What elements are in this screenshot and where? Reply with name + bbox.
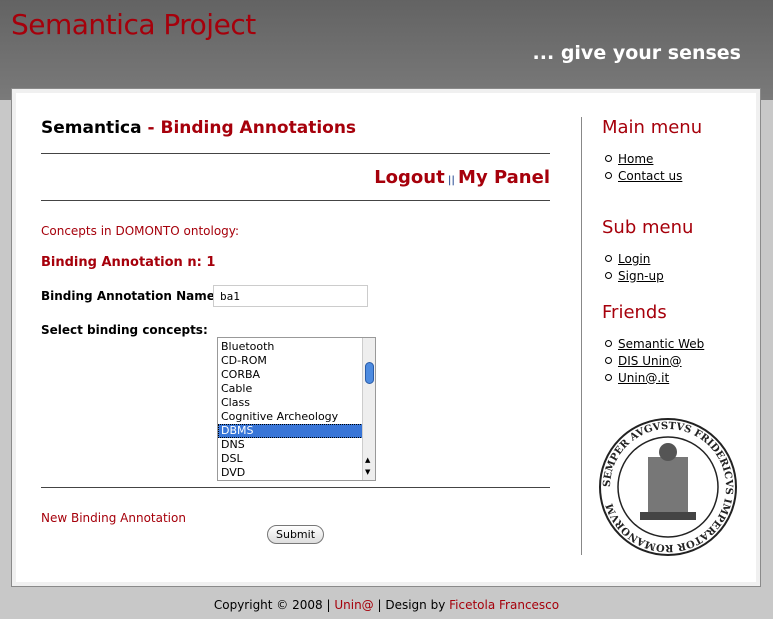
sub-menu-title: Sub menu [602,217,694,238]
submit-button[interactable]: Submit [267,525,324,544]
concept-option[interactable]: Bluetooth [218,340,363,354]
scroll-up-arrow-icon[interactable]: ▲ [365,456,370,464]
login-link[interactable]: Login [618,252,650,266]
university-seal-icon: SEMPER AVGVSTVS FRIDERICVS IMPERATOR ROM… [599,418,737,556]
main-menu-title: Main menu [602,117,703,138]
sub-menu-list: Login Sign-up [605,250,664,284]
new-binding-link[interactable]: New Binding Annotation [41,511,186,525]
concept-option[interactable]: DBMS [218,424,363,438]
concept-option[interactable]: Cognitive Archeology [218,410,363,424]
concept-option[interactable]: CORBA [218,368,363,382]
friends-title: Friends [602,302,667,323]
home-link[interactable]: Home [618,152,653,166]
concept-option[interactable]: Cable [218,382,363,396]
concept-option[interactable]: Class [218,396,363,410]
unina-link[interactable]: Unin@.it [618,371,669,385]
contact-link[interactable]: Contact us [618,169,682,183]
footer-unina-link[interactable]: Unin@ [334,598,373,612]
scroll-down-arrow-icon[interactable]: ▼ [365,468,370,476]
list-item: Login [605,250,664,267]
list-item: Sign-up [605,267,664,284]
author-link[interactable]: Ficetola Francesco [449,598,559,612]
main-menu-list: Home Contact us [605,150,682,184]
concept-option[interactable]: DSL [218,452,363,466]
divider [41,487,550,488]
concept-option[interactable]: DVD [218,466,363,480]
dis-unina-link[interactable]: DIS Unin@ [618,354,682,368]
divider [41,200,550,201]
tagline: ... give your senses [532,42,741,64]
footer: Copyright © 2008 | Unin@ | Design by Fic… [0,598,773,612]
list-item: Unin@.it [605,369,704,386]
nav-separator: || [447,175,456,186]
scrollbar-thumb[interactable] [365,362,374,384]
page-title-separator: - [141,118,161,138]
concept-option[interactable]: CD-ROM [218,354,363,368]
list-item: DIS Unin@ [605,352,704,369]
scrollbar[interactable]: ▲ ▼ [362,338,375,480]
logout-link[interactable]: Logout [374,167,445,188]
header: Semantica Project ... give your senses [0,0,773,100]
signup-link[interactable]: Sign-up [618,269,664,283]
list-item: Contact us [605,167,682,184]
concepts-select-label: Select binding concepts: [41,323,208,337]
binding-heading: Binding Annotation n: 1 [41,255,216,270]
user-nav: Logout || My Panel [374,167,550,188]
page-title-text: Binding Annotations [160,118,357,138]
list-item: Semantic Web [605,335,704,352]
copyright-text: Copyright © 2008 | [213,598,335,612]
list-item: Home [605,150,682,167]
binding-name-input[interactable] [213,285,368,307]
sidebar-divider [581,117,582,555]
semantic-web-link[interactable]: Semantic Web [618,337,704,351]
page-title-prefix: Semantica [41,118,142,138]
friends-list: Semantic Web DIS Unin@ Unin@.it [605,335,704,386]
concepts-listbox[interactable]: Bluetooth CD-ROM CORBA Cable Class Cognitive … [217,337,376,481]
design-by-text: | Design by [373,598,450,612]
page-title: Semantica - Binding Annotations [41,118,356,138]
my-panel-link[interactable]: My Panel [458,167,550,188]
name-label: Binding Annotation Name: [41,289,220,303]
divider [41,153,550,154]
concept-option[interactable]: DNS [218,438,363,452]
site-title: Semantica Project [11,8,256,41]
concepts-label: Concepts in DOMONTO ontology: [41,224,240,238]
